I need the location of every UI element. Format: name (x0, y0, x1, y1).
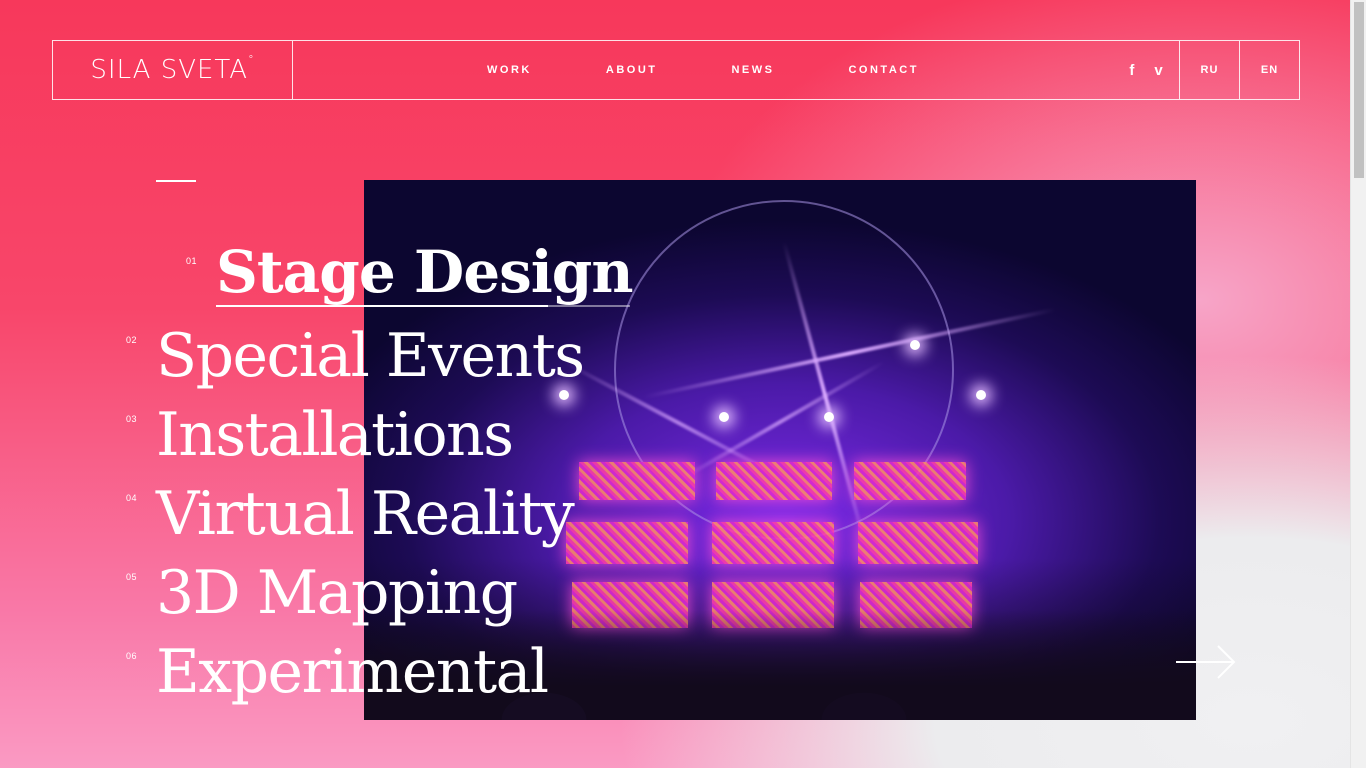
category-title[interactable]: 3D Mapping (156, 558, 518, 628)
category-number: 03 (126, 414, 138, 424)
category-number: 05 (126, 572, 138, 582)
category-number: 02 (126, 335, 138, 345)
nav-contact[interactable]: CONTACT (848, 64, 918, 76)
nav-news[interactable]: NEWS (731, 64, 774, 76)
accent-line (156, 180, 196, 182)
category-title[interactable]: Installations (156, 400, 514, 470)
active-underline (216, 305, 630, 307)
category-number: 01 (186, 256, 198, 266)
category-number: 04 (126, 493, 138, 503)
scrollbar[interactable] (1350, 0, 1366, 768)
scrollbar-thumb[interactable] (1354, 2, 1364, 178)
category-title[interactable]: Stage Design (216, 238, 634, 306)
logo-mark: ° (248, 53, 255, 66)
vimeo-icon[interactable]: v (1154, 62, 1162, 79)
facebook-icon[interactable]: f (1129, 62, 1134, 79)
nav-about[interactable]: ABOUT (606, 64, 658, 76)
category-title[interactable]: Special Events (156, 321, 585, 391)
arrow-right-icon[interactable] (1174, 644, 1238, 680)
lang-ru-button[interactable]: RU (1179, 41, 1239, 99)
nav-work[interactable]: WORK (487, 64, 532, 76)
social-links: f v (1113, 41, 1179, 99)
category-title[interactable]: Experimental (156, 637, 549, 707)
lang-en-button[interactable]: EN (1239, 41, 1299, 99)
logo[interactable]: SILA SVETA° (53, 41, 293, 99)
category-title[interactable]: Virtual Reality (156, 479, 575, 549)
main-nav: WORK ABOUT NEWS CONTACT (293, 41, 1113, 99)
logo-text[interactable]: SILA SVETA° (90, 53, 255, 85)
site-header: SILA SVETA° WORK ABOUT NEWS CONTACT f v … (52, 40, 1300, 100)
category-number: 06 (126, 651, 138, 661)
